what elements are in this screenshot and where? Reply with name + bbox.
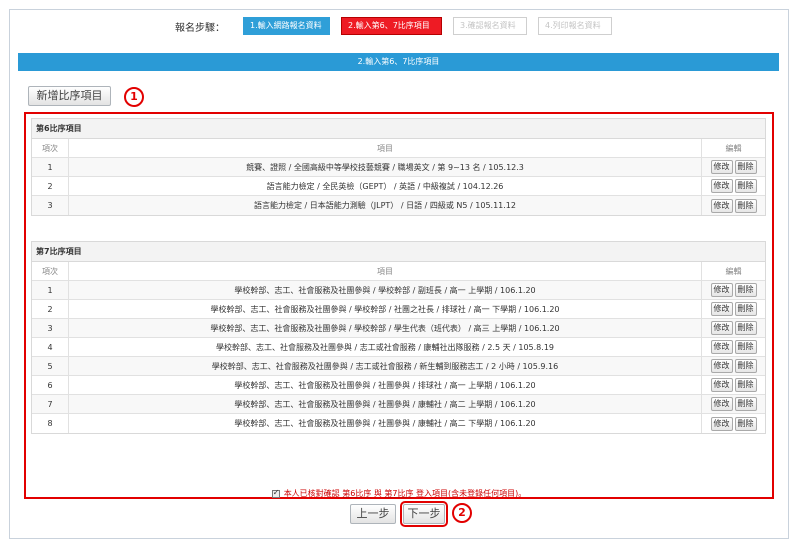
delete-button[interactable]: 刪除: [734, 160, 757, 174]
row-num: 5: [32, 357, 69, 375]
annotation-marker-2: 2: [452, 503, 472, 523]
row-actions: 修改 刪除: [702, 281, 765, 299]
delete-button[interactable]: 刪除: [734, 321, 757, 335]
row-actions: 修改 刪除: [702, 196, 765, 215]
modify-button[interactable]: 修改: [710, 283, 733, 297]
column-item: 項目: [69, 262, 702, 280]
column-edit: 編輯: [725, 266, 742, 276]
delete-button[interactable]: 刪除: [734, 416, 757, 431]
annotation-marker-1: 1: [124, 87, 144, 107]
delete-button[interactable]: 刪除: [734, 179, 757, 193]
prev-step-button[interactable]: 上一步: [350, 504, 396, 524]
delete-button[interactable]: 刪除: [734, 283, 757, 297]
row-num: 3: [32, 319, 69, 337]
step-3: 3.確認報名資料: [453, 17, 527, 35]
column-edit: 編輯: [725, 143, 742, 153]
confirm-sec7-link: 第7比序: [384, 489, 414, 498]
table-row: 2 語言能力檢定 / 全民英檢（GEPT） / 英語 / 中級複試 / 104.…: [32, 177, 765, 196]
confirm-checkbox[interactable]: [271, 488, 280, 498]
confirm-prefix: 本人已核對確認: [283, 489, 343, 498]
section-header-bar: 2.輸入第6、7比序項目: [18, 53, 779, 71]
modify-button[interactable]: 修改: [710, 198, 733, 213]
row-item: 學校幹部、志工、社會服務及社團參與 / 社團參與 / 康輔社 / 高二 上學期 …: [69, 395, 702, 413]
row-num: 8: [32, 414, 69, 433]
row-item: 語言能力檢定 / 日本語能力測驗（JLPT） / 日語 / 四級或 N5 / 1…: [69, 196, 702, 215]
table-row: 5 學校幹部、志工、社會服務及社團參與 / 志工或社會服務 / 新生輔到服務志工…: [32, 357, 765, 376]
table-row: 1 競賽、證照 / 全國高級中等學校技藝競賽 / 職場英文 / 第 9~13 名…: [32, 158, 765, 177]
modify-button[interactable]: 修改: [710, 179, 733, 193]
row-num: 1: [32, 281, 69, 299]
modify-button[interactable]: 修改: [710, 359, 733, 373]
table-row: 7 學校幹部、志工、社會服務及社團參與 / 社團參與 / 康輔社 / 高二 上學…: [32, 395, 765, 414]
row-actions: 修改 刪除: [702, 177, 765, 195]
row-actions: 修改 刪除: [702, 414, 765, 433]
confirm-suffix: 登入項目(含未登錄任何項目)。: [413, 489, 527, 498]
row-item: 競賽、證照 / 全國高級中等學校技藝競賽 / 職場英文 / 第 9~13 名 /…: [69, 158, 702, 176]
column-item: 項目: [69, 139, 702, 157]
row-num: 2: [32, 300, 69, 318]
table-row: 2 學校幹部、志工、社會服務及社團參與 / 學校幹部 / 社團之社長 / 排球社…: [32, 300, 765, 319]
row-num: 3: [32, 196, 69, 215]
row-item: 學校幹部、志工、社會服務及社團參與 / 學校幹部 / 副班長 / 高一 上學期 …: [69, 281, 702, 299]
table-header: 項次 項目 編輯: [32, 262, 765, 281]
row-item: 學校幹部、志工、社會服務及社團參與 / 志工或社會服務 / 新生輔到服務志工 /…: [69, 357, 702, 375]
row-num: 6: [32, 376, 69, 394]
step-1[interactable]: 1.輸入網路報名資料: [243, 17, 330, 35]
next-step-button[interactable]: 下一步: [400, 501, 448, 527]
row-num: 7: [32, 395, 69, 413]
step-indicator: 報名步驟： 1.輸入網路報名資料 2.輸入第6、7比序項目 3.確認報名資料 4…: [0, 16, 798, 36]
modify-button[interactable]: 修改: [710, 397, 733, 411]
confirm-sec6-link: 第6比序: [342, 489, 372, 498]
section-7-title: 第7比序項目: [32, 242, 765, 262]
modify-button[interactable]: 修改: [710, 378, 733, 392]
confirm-mid: 與: [371, 489, 385, 498]
table-row: 3 語言能力檢定 / 日本語能力測驗（JLPT） / 日語 / 四級或 N5 /…: [32, 196, 765, 215]
section-6-title: 第6比序項目: [32, 119, 765, 139]
delete-button[interactable]: 刪除: [734, 302, 757, 316]
modify-button[interactable]: 修改: [710, 160, 733, 174]
column-num: 項次: [32, 139, 69, 157]
row-num: 2: [32, 177, 69, 195]
delete-button[interactable]: 刪除: [734, 359, 757, 373]
row-actions: 修改 刪除: [702, 338, 765, 356]
table-row: 6 學校幹部、志工、社會服務及社團參與 / 社團參與 / 排球社 / 高一 上學…: [32, 376, 765, 395]
table-row: 4 學校幹部、志工、社會服務及社團參與 / 志工或社會服務 / 康輔社出隊服務 …: [32, 338, 765, 357]
section-7-table: 第7比序項目 項次 項目 編輯 1 學校幹部、志工、社會服務及社團參與 / 學校…: [31, 241, 766, 434]
modify-button[interactable]: 修改: [710, 340, 733, 354]
add-ranking-item-button[interactable]: 新增比序項目: [28, 86, 111, 106]
row-actions: 修改 刪除: [702, 376, 765, 394]
row-item: 學校幹部、志工、社會服務及社團參與 / 學校幹部 / 學生代表（班代表） / 高…: [69, 319, 702, 337]
row-actions: 修改 刪除: [702, 300, 765, 318]
confirm-statement: 本人已核對確認 第6比序 與 第7比序 登入項目(含未登錄任何項目)。: [0, 488, 798, 499]
step-2-current: 2.輸入第6、7比序項目: [341, 17, 442, 35]
row-item: 學校幹部、志工、社會服務及社團參與 / 學校幹部 / 社團之社長 / 排球社 /…: [69, 300, 702, 318]
modify-button[interactable]: 修改: [710, 321, 733, 335]
delete-button[interactable]: 刪除: [734, 378, 757, 392]
step-4: 4.列印報名資料: [538, 17, 612, 35]
column-num: 項次: [32, 262, 69, 280]
row-actions: 修改 刪除: [702, 158, 765, 176]
table-row: 3 學校幹部、志工、社會服務及社團參與 / 學校幹部 / 學生代表（班代表） /…: [32, 319, 765, 338]
modify-button[interactable]: 修改: [710, 302, 733, 316]
row-num: 4: [32, 338, 69, 356]
row-item: 學校幹部、志工、社會服務及社團參與 / 社團參與 / 排球社 / 高一 上學期 …: [69, 376, 702, 394]
row-item: 語言能力檢定 / 全民英檢（GEPT） / 英語 / 中級複試 / 104.12…: [69, 177, 702, 195]
row-num: 1: [32, 158, 69, 176]
delete-button[interactable]: 刪除: [734, 397, 757, 411]
table-row: 1 學校幹部、志工、社會服務及社團參與 / 學校幹部 / 副班長 / 高一 上學…: [32, 281, 765, 300]
table-header: 項次 項目 編輯: [32, 139, 765, 158]
steps-label: 報名步驟：: [175, 23, 225, 34]
modify-button[interactable]: 修改: [710, 416, 733, 431]
row-actions: 修改 刪除: [702, 395, 765, 413]
row-actions: 修改 刪除: [702, 357, 765, 375]
section-6-table: 第6比序項目 項次 項目 編輯 1 競賽、證照 / 全國高級中等學校技藝競賽 /…: [31, 118, 766, 216]
row-item: 學校幹部、志工、社會服務及社團參與 / 社團參與 / 康輔社 / 高二 下學期 …: [69, 414, 702, 433]
delete-button[interactable]: 刪除: [734, 340, 757, 354]
row-actions: 修改 刪除: [702, 319, 765, 337]
table-row: 8 學校幹部、志工、社會服務及社團參與 / 社團參與 / 康輔社 / 高二 下學…: [32, 414, 765, 433]
row-item: 學校幹部、志工、社會服務及社團參與 / 志工或社會服務 / 康輔社出隊服務 / …: [69, 338, 702, 356]
delete-button[interactable]: 刪除: [734, 198, 757, 213]
